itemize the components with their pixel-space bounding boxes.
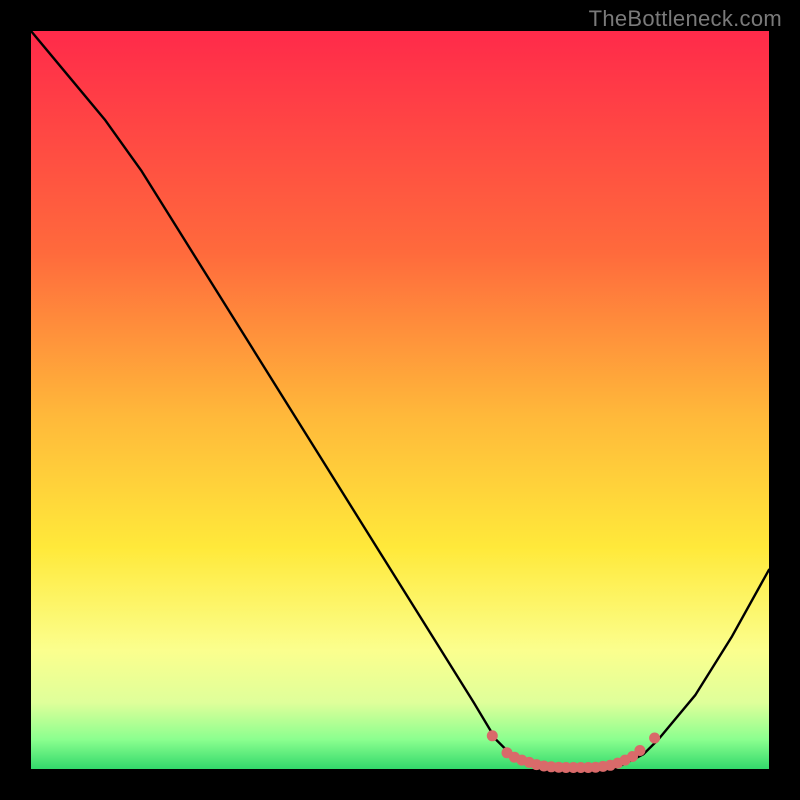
plot-area	[31, 31, 769, 769]
chart-frame: { "watermark": "TheBottleneck.com", "col…	[0, 0, 800, 800]
watermark-text: TheBottleneck.com	[589, 6, 782, 32]
marker-dot	[487, 730, 498, 741]
bottleneck-chart	[0, 0, 800, 800]
marker-dot	[649, 733, 660, 744]
marker-dot	[634, 745, 645, 756]
